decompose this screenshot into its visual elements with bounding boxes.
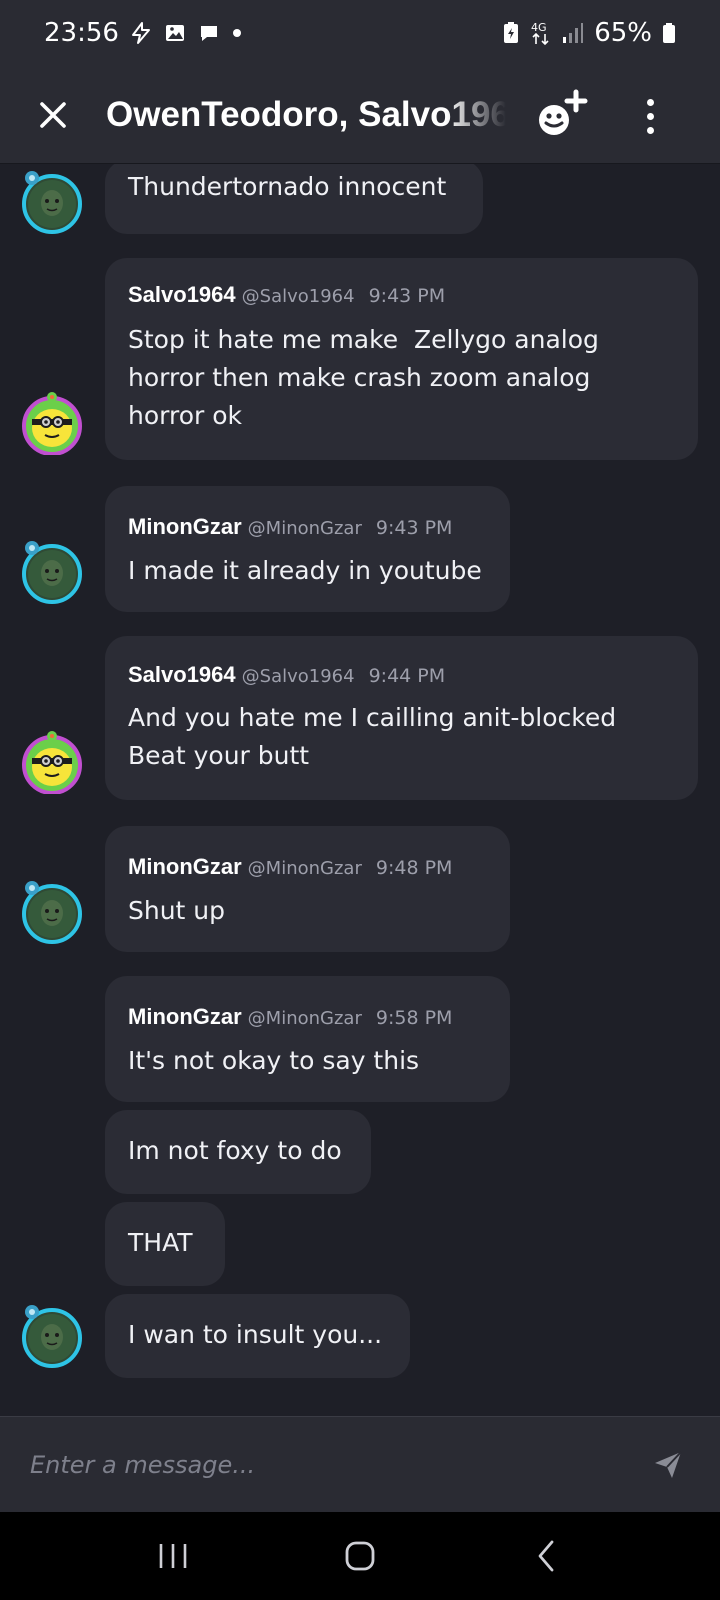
author-name[interactable]: MinonGzar [128, 1004, 242, 1029]
close-icon [40, 101, 66, 128]
message-time: 9:43 PM [368, 285, 446, 307]
author-handle: @MinonGzar [247, 858, 362, 879]
message-text: And you hate me I cailling anit-blocked … [128, 703, 617, 770]
add-friend-icon [539, 89, 588, 135]
battery-saver-icon [502, 21, 520, 45]
author-handle: @Salvo1964 [241, 666, 355, 687]
status-time: 23:56 [44, 18, 119, 48]
avatar-salvo1964[interactable] [20, 391, 84, 456]
green-face-avatar-icon [22, 171, 82, 234]
author-name[interactable]: MinonGzar [128, 854, 242, 879]
message-text: I wan to insult you... [128, 1320, 383, 1349]
back-button[interactable] [517, 1526, 577, 1586]
message-text: Im not foxy to do [128, 1136, 342, 1165]
message-bubble[interactable]: Thundertornado innocent [105, 164, 483, 234]
author-handle: @Salvo1964 [241, 286, 355, 307]
message-composer [0, 1416, 720, 1512]
message-input[interactable] [30, 1450, 646, 1479]
message-bubble[interactable]: Im not foxy to do [105, 1110, 371, 1194]
message-text: Stop it hate me make Zellygo analog horr… [128, 325, 599, 430]
author-handle: @MinonGzar [247, 518, 362, 539]
gallery-icon [163, 21, 187, 45]
message-bubble[interactable]: I wan to insult you... [105, 1294, 410, 1378]
status-right: 4G 65% [502, 18, 676, 48]
message-time: 9:58 PM [375, 1007, 453, 1029]
message-header: MinonGzar @MinonGzar 9:58 PM [128, 1004, 452, 1030]
status-bar: 23:56 4G 65% [0, 0, 720, 66]
recents-button[interactable] [143, 1526, 203, 1586]
back-icon [538, 1540, 554, 1572]
message-header: Salvo1964 @Salvo1964 9:44 PM [128, 662, 445, 688]
avatar-minongzar[interactable] [20, 170, 84, 234]
home-button[interactable] [330, 1526, 390, 1586]
more-options-button[interactable] [630, 88, 670, 144]
network-4g-icon: 4G [530, 20, 552, 46]
message-header: MinonGzar @MinonGzar 9:48 PM [128, 854, 452, 880]
green-face-avatar-icon [22, 1305, 82, 1368]
status-left: 23:56 [44, 18, 243, 48]
message-bubble[interactable]: MinonGzar @MinonGzar 9:58 PM It's not okay… [105, 976, 510, 1102]
message-bubble[interactable]: Salvo1964 @Salvo1964 9:43 PM Stop it hate … [105, 258, 698, 460]
signal-icon [562, 22, 584, 44]
network-label: 4G [531, 21, 547, 34]
message-time: 9:43 PM [375, 517, 453, 539]
message-bubble[interactable]: MinonGzar @MinonGzar 9:48 PM Shut up [105, 826, 510, 952]
avatar-minongzar[interactable] [20, 880, 84, 944]
bolt-icon [129, 21, 153, 45]
chat-header: OwenTeodoro, Salvo1964 [0, 66, 720, 164]
message-list[interactable]: Thundertornado innocent Salvo1964 @Salvo1… [0, 164, 720, 1416]
message-time: 9:48 PM [375, 857, 453, 879]
green-face-avatar-icon [22, 881, 82, 944]
more-vertical-icon [646, 98, 654, 106]
message-text: Thundertornado innocent [128, 172, 447, 201]
home-icon [345, 1541, 375, 1571]
message-text: THAT [128, 1228, 193, 1257]
author-name[interactable]: Salvo1964 [128, 662, 236, 687]
message-text: It's not okay to say this [128, 1046, 420, 1075]
message-text: Shut up [128, 896, 226, 925]
close-button[interactable] [30, 92, 76, 138]
system-nav-bar [0, 1512, 720, 1600]
minion-avatar-icon [22, 731, 82, 795]
author-name[interactable]: Salvo1964 [128, 282, 236, 307]
dot-icon [231, 27, 243, 39]
message-bubble[interactable]: Salvo1964 @Salvo1964 9:44 PM And you hate … [105, 636, 698, 800]
avatar-salvo1964[interactable] [20, 730, 84, 795]
message-time: 9:44 PM [368, 665, 446, 687]
author-name[interactable]: MinonGzar [128, 514, 242, 539]
green-face-avatar-icon [22, 541, 82, 604]
battery-icon [662, 22, 676, 44]
add-friend-button[interactable] [536, 88, 592, 144]
message-header: Salvo1964 @Salvo1964 9:43 PM [128, 282, 445, 308]
send-button[interactable] [646, 1443, 690, 1487]
message-text: I made it already in youtube [128, 556, 482, 585]
send-icon [655, 1450, 682, 1478]
recents-icon [160, 1544, 187, 1568]
chat-title[interactable]: OwenTeodoro, Salvo1964 [106, 95, 506, 135]
message-bubble[interactable]: THAT [105, 1202, 225, 1286]
author-handle: @MinonGzar [247, 1008, 362, 1029]
avatar-minongzar[interactable] [20, 540, 84, 604]
avatar-minongzar[interactable] [20, 1304, 84, 1368]
message-bubble[interactable]: MinonGzar @MinonGzar 9:43 PM I made it alr… [105, 486, 510, 612]
chat-bubble-icon [197, 21, 221, 45]
message-header: MinonGzar @MinonGzar 9:43 PM [128, 514, 452, 540]
battery-percent: 65% [594, 18, 652, 48]
minion-avatar-icon [22, 392, 82, 456]
